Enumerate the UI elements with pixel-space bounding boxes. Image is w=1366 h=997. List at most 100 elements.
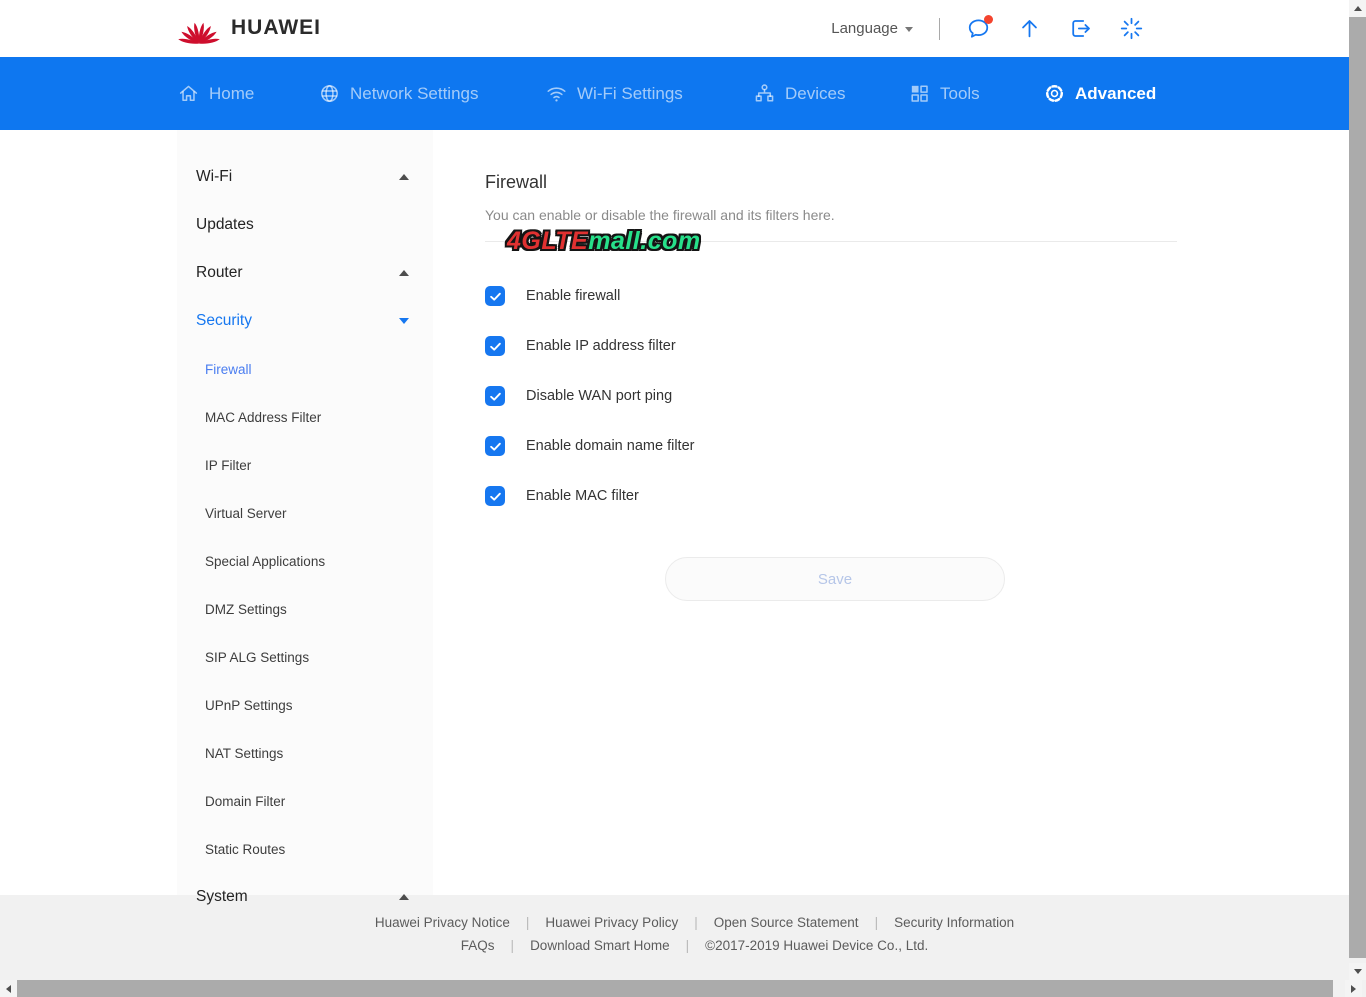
checkbox-row-disable-wan-port-ping: Disable WAN port ping	[485, 386, 694, 406]
chevron-up-icon	[399, 270, 409, 276]
save-button[interactable]: Save	[665, 557, 1005, 601]
triangle-left-icon	[6, 985, 11, 993]
checkbox-row-enable-ip-address-filter: Enable IP address filter	[485, 336, 694, 356]
sidebar-item-system[interactable]: System	[177, 873, 433, 921]
footer-link-open-source-statement[interactable]: Open Source Statement	[714, 915, 859, 930]
tools-icon	[908, 82, 931, 105]
scroll-left-button[interactable]	[0, 980, 17, 997]
footer-link-download-smart-home[interactable]: Download Smart Home	[530, 938, 670, 953]
nav-item-wi-fi-settings[interactable]: Wi-Fi Settings	[545, 57, 683, 130]
scroll-right-button[interactable]	[1345, 980, 1362, 997]
sidebar-item-dmz-settings[interactable]: DMZ Settings	[177, 585, 433, 633]
check-icon	[488, 439, 503, 454]
checkbox-disable-wan-port-ping[interactable]	[485, 386, 505, 406]
footer-row-2: FAQs|Download Smart Home|©2017-2019 Huaw…	[40, 934, 1349, 957]
checkbox-enable-domain-name-filter[interactable]	[485, 436, 505, 456]
footer-separator: |	[694, 915, 698, 930]
sidebar-item-domain-filter[interactable]: Domain Filter	[177, 777, 433, 825]
nav-item-home[interactable]: Home	[177, 57, 254, 130]
language-dropdown[interactable]: Language	[831, 20, 913, 37]
sidebar-label-mac-address-filter: MAC Address Filter	[205, 410, 321, 425]
vertical-scrollbar[interactable]	[1349, 0, 1366, 980]
checkbox-enable-mac-filter[interactable]	[485, 486, 505, 506]
sidebar-label-nat-settings: NAT Settings	[205, 746, 283, 761]
nav-label-network-settings: Network Settings	[350, 84, 479, 104]
sidebar-item-virtual-server[interactable]: Virtual Server	[177, 489, 433, 537]
language-label: Language	[831, 20, 898, 37]
page-title: Firewall	[485, 172, 547, 193]
footer-separator: |	[511, 938, 515, 953]
sidebar-item-security[interactable]: Security	[177, 297, 433, 345]
watermark-red-text: 4GLTE	[507, 227, 588, 255]
upload-icon[interactable]	[1017, 16, 1042, 41]
header-divider	[939, 18, 940, 40]
sidebar-item-sip-alg-settings[interactable]: SIP ALG Settings	[177, 633, 433, 681]
checkbox-enable-firewall[interactable]	[485, 286, 505, 306]
sidebar-label-security: Security	[196, 312, 252, 330]
chevron-up-icon	[399, 174, 409, 180]
footer-link-huawei-privacy-policy[interactable]: Huawei Privacy Policy	[545, 915, 678, 930]
sidebar-label-firewall: Firewall	[205, 362, 252, 377]
messages-icon[interactable]	[966, 16, 991, 41]
nav-item-devices[interactable]: Devices	[753, 57, 845, 130]
globe-icon	[318, 82, 341, 105]
sidebar-label-static-routes: Static Routes	[205, 842, 285, 857]
footer-link-security-information[interactable]: Security Information	[894, 915, 1014, 930]
sidebar-item-mac-address-filter[interactable]: MAC Address Filter	[177, 393, 433, 441]
checkbox-label-enable-domain-name-filter: Enable domain name filter	[526, 438, 694, 454]
sidebar-label-upnp-settings: UPnP Settings	[205, 698, 293, 713]
scroll-down-button[interactable]	[1349, 963, 1366, 980]
sidebar-item-firewall[interactable]: Firewall	[177, 345, 433, 393]
triangle-right-icon	[1351, 985, 1356, 993]
chevron-down-icon	[399, 318, 409, 324]
sidebar-item-special-applications[interactable]: Special Applications	[177, 537, 433, 585]
header-actions-area: Language	[831, 0, 1144, 57]
sidebar-item-router[interactable]: Router	[177, 249, 433, 297]
notification-badge	[984, 15, 993, 24]
sidebar-label-sip-alg-settings: SIP ALG Settings	[205, 650, 309, 665]
sidebar-item-upnp-settings[interactable]: UPnP Settings	[177, 681, 433, 729]
footer-separator: |	[686, 938, 690, 953]
loading-icon[interactable]	[1119, 16, 1144, 41]
sidebar-label-system: System	[196, 888, 248, 906]
huawei-flower-icon	[176, 11, 222, 45]
chevron-down-icon	[905, 27, 913, 32]
horizontal-scrollbar-thumb[interactable]	[17, 980, 1333, 997]
huawei-logo: HUAWEI	[176, 11, 321, 45]
horizontal-scrollbar[interactable]	[0, 980, 1366, 997]
header-icon-group	[966, 16, 1144, 41]
vertical-scrollbar-thumb[interactable]	[1349, 17, 1366, 958]
nav-item-tools[interactable]: Tools	[908, 57, 980, 130]
devices-icon	[753, 82, 776, 105]
sidebar-item-ip-filter[interactable]: IP Filter	[177, 441, 433, 489]
footer-link-faqs[interactable]: FAQs	[461, 938, 495, 953]
sidebar-item-wi-fi[interactable]: Wi-Fi	[177, 153, 433, 201]
nav-item-advanced[interactable]: Advanced	[1043, 57, 1156, 130]
page-description: You can enable or disable the firewall a…	[485, 207, 835, 223]
checkbox-row-enable-mac-filter: Enable MAC filter	[485, 486, 694, 506]
check-icon	[488, 289, 503, 304]
checkbox-label-disable-wan-port-ping: Disable WAN port ping	[526, 388, 672, 404]
sidebar-label-virtual-server: Virtual Server	[205, 506, 287, 521]
sidebar-label-wi-fi: Wi-Fi	[196, 168, 232, 186]
checkbox-label-enable-ip-address-filter: Enable IP address filter	[526, 338, 676, 354]
sidebar-item-nat-settings[interactable]: NAT Settings	[177, 729, 433, 777]
sidebar-item-static-routes[interactable]: Static Routes	[177, 825, 433, 873]
check-icon	[488, 389, 503, 404]
wifi-icon	[545, 82, 568, 105]
main-content: Firewall You can enable or disable the f…	[433, 130, 1349, 895]
main-nav: Home Network Settings Wi-Fi Settings Dev…	[0, 57, 1349, 130]
nav-label-tools: Tools	[940, 84, 980, 104]
scroll-up-button[interactable]	[1349, 0, 1366, 17]
triangle-down-icon	[1354, 969, 1362, 974]
logout-icon[interactable]	[1068, 16, 1093, 41]
sidebar-item-updates[interactable]: Updates	[177, 201, 433, 249]
sidebar-label-domain-filter: Domain Filter	[205, 794, 285, 809]
logout-glyph	[1068, 16, 1093, 41]
checkbox-enable-ip-address-filter[interactable]	[485, 336, 505, 356]
nav-item-network-settings[interactable]: Network Settings	[318, 57, 479, 130]
triangle-up-icon	[1354, 6, 1362, 11]
sidebar-label-updates: Updates	[196, 216, 254, 234]
sidebar-menu: Wi-Fi Updates Router Security Firewall M…	[177, 130, 433, 921]
sidebar-label-router: Router	[196, 264, 243, 282]
